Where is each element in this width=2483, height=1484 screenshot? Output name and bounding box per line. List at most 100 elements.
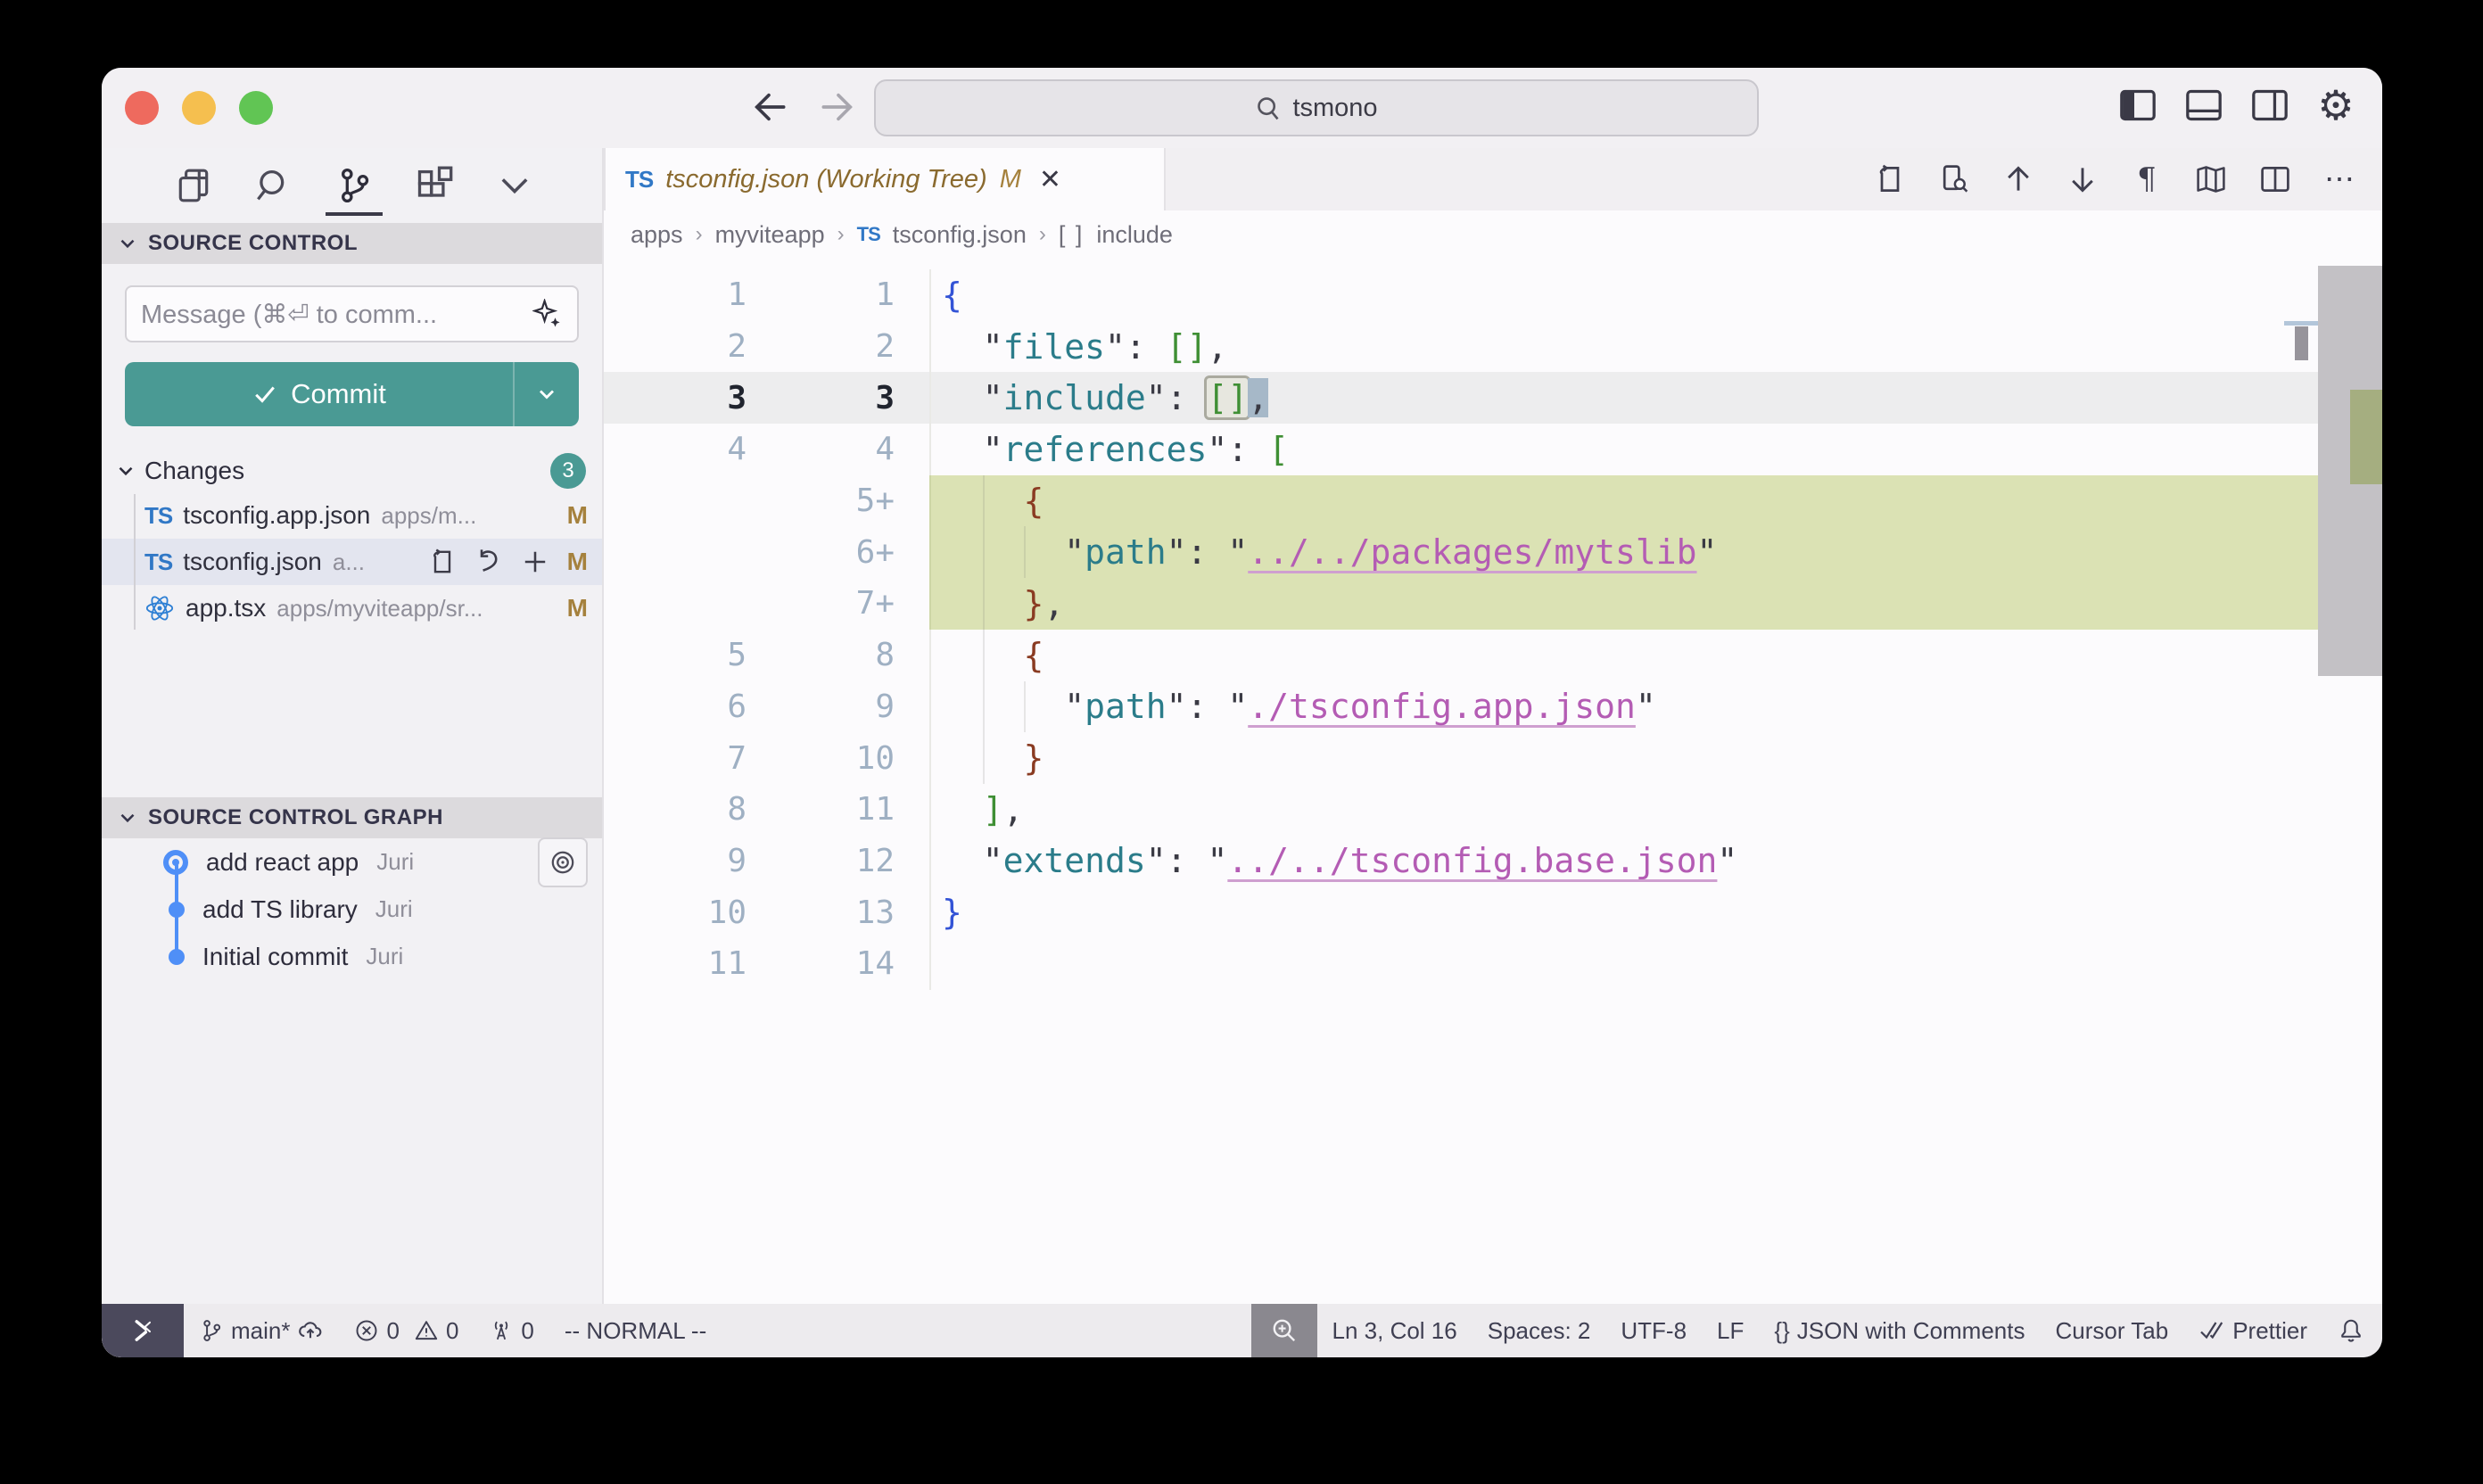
previous-change-arrow-up-icon[interactable] xyxy=(2000,161,2036,197)
code-line[interactable]: 811 ], xyxy=(604,784,2318,836)
vim-mode-indicator[interactable]: -- NORMAL -- xyxy=(549,1304,722,1357)
code-line[interactable]: 7+ }, xyxy=(604,578,2318,630)
extensions-icon[interactable] xyxy=(414,159,455,212)
gutter-gap xyxy=(903,372,929,424)
settings-gear-icon[interactable]: ⚙ xyxy=(2316,86,2355,125)
react-file-icon xyxy=(144,593,175,623)
changes-header[interactable]: Changes 3 xyxy=(102,449,602,492)
split-editor-icon[interactable] xyxy=(2257,161,2293,197)
code-line[interactable]: 69 "path": "./tsconfig.app.json" xyxy=(604,681,2318,733)
minimize-window-button[interactable] xyxy=(182,91,216,125)
breadcrumb-myviteapp[interactable]: myviteapp xyxy=(715,221,825,249)
commit-message: add TS library xyxy=(202,895,358,924)
code-line-content: "files": [], xyxy=(929,321,2318,373)
new-line-number: 10 xyxy=(768,732,903,784)
indentation-status-item[interactable]: Spaces: 2 xyxy=(1472,1304,1606,1357)
cursor-position-status-item[interactable]: Ln 3, Col 16 xyxy=(1317,1304,1472,1357)
code-line[interactable]: 5+ { xyxy=(604,475,2318,527)
old-line-number: 4 xyxy=(604,424,768,475)
more-actions-ellipsis-icon[interactable]: ⋯ xyxy=(2322,161,2357,197)
tab-title: tsconfig.json (Working Tree) xyxy=(665,165,986,194)
discard-changes-icon[interactable] xyxy=(474,548,503,576)
open-file-icon[interactable] xyxy=(428,548,457,576)
problems-status-item[interactable]: 0 0 xyxy=(339,1304,474,1357)
navigate-back-button[interactable] xyxy=(749,84,788,130)
code-line[interactable]: 58 { xyxy=(604,630,2318,681)
breadcrumb-tsconfig-json[interactable]: tsconfig.json xyxy=(893,221,1027,249)
stage-changes-plus-icon[interactable] xyxy=(521,548,549,576)
commit-message-input[interactable]: Message (⌘⏎ to comm... xyxy=(125,285,579,342)
new-line-number: 5+ xyxy=(768,475,903,527)
code-line[interactable]: 1013} xyxy=(604,886,2318,938)
search-view-icon[interactable] xyxy=(253,159,294,212)
more-views-chevron-icon[interactable] xyxy=(494,159,535,212)
screen: tsmono ⚙ xyxy=(0,0,2483,1484)
source-control-view-icon[interactable] xyxy=(334,159,375,212)
commit-dropdown-button[interactable] xyxy=(513,362,579,426)
chevron-down-icon xyxy=(114,459,137,482)
map-icon[interactable] xyxy=(2193,161,2229,197)
explorer-icon[interactable] xyxy=(173,159,214,212)
goto-current-commit-icon[interactable] xyxy=(538,837,588,887)
code-line[interactable]: 44 "references": [ xyxy=(604,424,2318,475)
gutter-gap xyxy=(903,836,929,887)
branch-status-item[interactable]: main* xyxy=(184,1304,339,1357)
close-window-button[interactable] xyxy=(125,91,159,125)
commit-graph: add react app Juri add TS library Juri I… xyxy=(102,838,602,980)
file-row-app-tsx[interactable]: app.tsx apps/myviteapp/sr... M xyxy=(102,585,602,631)
code-line[interactable]: 1114 xyxy=(604,938,2318,990)
accessible-diff-viewer-icon[interactable] xyxy=(1936,161,1972,197)
code-line-content: { xyxy=(929,475,2318,527)
old-line-number xyxy=(604,526,768,578)
file-row-tsconfig-app-json[interactable]: TS tsconfig.app.json apps/m... M xyxy=(102,492,602,539)
eol-status-item[interactable]: LF xyxy=(1702,1304,1759,1357)
code-line[interactable]: 33 "include": [], xyxy=(604,372,2318,424)
breadcrumb-apps[interactable]: apps xyxy=(631,221,683,249)
ports-status-item[interactable]: 0 xyxy=(474,1304,549,1357)
branch-icon xyxy=(199,1318,224,1343)
language-mode-status-item[interactable]: {} JSON with Comments xyxy=(1759,1304,2040,1357)
next-change-arrow-down-icon[interactable] xyxy=(2065,161,2100,197)
gutter-gap xyxy=(903,526,929,578)
toggle-whitespace-pilcrow-icon[interactable]: ¶ xyxy=(2129,161,2165,197)
minimap[interactable] xyxy=(2288,259,2318,362)
vertical-scrollbar[interactable] xyxy=(2318,259,2382,1304)
commit-message: add react app xyxy=(206,848,359,877)
toggle-primary-sidebar-icon[interactable] xyxy=(2118,86,2157,125)
tab-close-icon[interactable]: ✕ xyxy=(1039,164,1061,195)
source-control-section-header[interactable]: SOURCE CONTROL xyxy=(102,223,602,264)
breadcrumb-separator: › xyxy=(1039,222,1046,247)
source-control-graph-section-header[interactable]: SOURCE CONTROL GRAPH xyxy=(102,797,602,838)
code-line[interactable]: 912 "extends": "../../tsconfig.base.json… xyxy=(604,836,2318,887)
open-file-icon[interactable] xyxy=(1872,161,1908,197)
formatter-status-item[interactable]: Prettier xyxy=(2183,1304,2322,1357)
code-line[interactable]: 22 "files": [], xyxy=(604,321,2318,373)
breadcrumb-include[interactable]: include xyxy=(1096,221,1173,249)
ports-count: 0 xyxy=(521,1317,533,1345)
encoding-status-item[interactable]: UTF-8 xyxy=(1605,1304,1702,1357)
breadcrumb-separator: › xyxy=(837,222,845,247)
code-line[interactable]: 710 } xyxy=(604,732,2318,784)
command-center-search[interactable]: tsmono xyxy=(874,79,1759,136)
cursor-tab-status-item[interactable]: Cursor Tab xyxy=(2041,1304,2184,1357)
traffic-lights xyxy=(125,91,273,125)
tab-tsconfig-json-working-tree[interactable]: TS tsconfig.json (Working Tree) M ✕ xyxy=(604,148,1166,210)
commit-author: Juri xyxy=(376,848,414,876)
code-line-content: } xyxy=(929,732,2318,784)
toggle-panel-icon[interactable] xyxy=(2184,86,2223,125)
file-row-tsconfig-json[interactable]: TS tsconfig.json a... M xyxy=(102,539,602,585)
zoom-indicator[interactable] xyxy=(1251,1304,1317,1357)
code-line-content: "path": "./tsconfig.app.json" xyxy=(929,681,2318,733)
maximize-window-button[interactable] xyxy=(239,91,273,125)
navigate-forward-button[interactable] xyxy=(819,84,858,130)
toggle-secondary-sidebar-icon[interactable] xyxy=(2250,86,2289,125)
code-line[interactable]: 6+ "path": "../../packages/mytslib" xyxy=(604,526,2318,578)
code-line[interactable]: 11{ xyxy=(604,269,2318,321)
notifications-bell-icon[interactable] xyxy=(2322,1304,2370,1357)
commit-button[interactable]: Commit xyxy=(125,362,579,426)
gutter-gap xyxy=(903,886,929,938)
sparkle-ai-icon[interactable] xyxy=(532,299,563,329)
remote-indicator[interactable] xyxy=(102,1304,184,1357)
diff-editor[interactable]: 11{22 "files": [],33 "include": [],44 "r… xyxy=(604,259,2382,1304)
new-line-number: 12 xyxy=(768,836,903,887)
